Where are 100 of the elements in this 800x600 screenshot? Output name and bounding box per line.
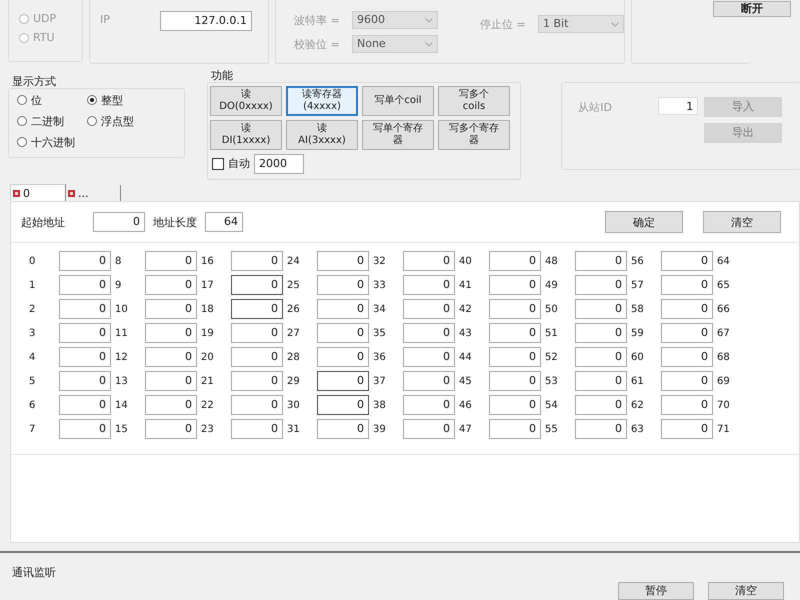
function-button[interactable]: 读 DO(0xxxx) <box>210 86 282 116</box>
register-field[interactable]: 0 <box>403 251 455 271</box>
radio-button[interactable] <box>19 14 29 24</box>
register-field[interactable]: 0 <box>575 371 627 391</box>
register-field[interactable]: 0 <box>145 323 197 343</box>
function-button[interactable]: 写多个 coils <box>438 86 510 116</box>
register-field[interactable]: 0 <box>145 347 197 367</box>
radio-button[interactable] <box>17 116 27 126</box>
register-field[interactable]: 0 <box>59 419 111 439</box>
address-label: 43 <box>458 328 473 338</box>
register-field[interactable]: 0 <box>317 419 369 439</box>
address-label: 65 <box>716 280 731 290</box>
monitor-button[interactable]: 清空 <box>708 582 784 600</box>
register-field[interactable]: 0 <box>661 275 713 295</box>
register-field[interactable]: 0 <box>403 419 455 439</box>
register-field[interactable]: 0 <box>145 371 197 391</box>
function-button[interactable]: 写单个coil <box>362 86 434 116</box>
register-field[interactable]: 0 <box>231 275 283 295</box>
register-field[interactable]: 0 <box>575 275 627 295</box>
register-field[interactable]: 0 <box>403 371 455 391</box>
register-field[interactable]: 0 <box>317 299 369 319</box>
register-field[interactable]: 0 <box>59 323 111 343</box>
register-field[interactable]: 0 <box>59 395 111 415</box>
clear-button[interactable]: 清空 <box>703 211 781 233</box>
monitor-button[interactable]: 暂停 <box>618 582 694 600</box>
register-field[interactable]: 0 <box>489 299 541 319</box>
register-field[interactable]: 0 <box>661 299 713 319</box>
register-field[interactable]: 0 <box>575 347 627 367</box>
register-field[interactable]: 0 <box>575 395 627 415</box>
function-button[interactable]: 写单个寄存 器 <box>362 120 434 150</box>
register-field[interactable]: 0 <box>59 299 111 319</box>
register-field[interactable]: 0 <box>59 371 111 391</box>
register-field[interactable]: 0 <box>317 275 369 295</box>
register-field[interactable]: 0 <box>575 299 627 319</box>
register-field[interactable]: 0 <box>575 251 627 271</box>
tab[interactable]: 0 <box>10 184 66 201</box>
register-field[interactable]: 0 <box>575 419 627 439</box>
radio-button[interactable] <box>19 32 29 42</box>
register-field[interactable]: 0 <box>145 275 197 295</box>
register-field[interactable]: 0 <box>661 347 713 367</box>
register-field[interactable]: 0 <box>661 419 713 439</box>
address-label: 11 <box>114 328 129 338</box>
radio-button[interactable] <box>17 137 27 148</box>
register-field[interactable]: 0 <box>489 395 541 415</box>
register-field[interactable]: 0 <box>403 275 455 295</box>
register-field[interactable]: 0 <box>403 299 455 319</box>
register-field[interactable]: 0 <box>145 299 197 319</box>
register-field[interactable]: 0 <box>59 275 111 295</box>
address-label: 18 <box>200 304 215 314</box>
register-field[interactable]: 0 <box>59 251 111 271</box>
register-field[interactable]: 0 <box>489 347 541 367</box>
start-address-field[interactable]: 0 <box>93 212 145 232</box>
function-button[interactable]: 读 DI(1xxxx) <box>210 120 282 150</box>
register-field[interactable]: 0 <box>231 347 283 367</box>
address-length-field[interactable]: 64 <box>205 212 243 232</box>
checkbox[interactable] <box>212 158 224 170</box>
radio-button[interactable] <box>17 95 27 106</box>
address-label: 7 <box>28 424 36 434</box>
register-field[interactable]: 0 <box>661 371 713 391</box>
register-field[interactable]: 0 <box>317 371 369 391</box>
register-field[interactable]: 0 <box>403 347 455 367</box>
register-field[interactable]: 0 <box>231 371 283 391</box>
register-field[interactable]: 0 <box>59 347 111 367</box>
register-field[interactable]: 0 <box>145 395 197 415</box>
register-field[interactable]: 0 <box>145 251 197 271</box>
ip-field[interactable]: 127.0.0.1 <box>160 11 252 31</box>
serial-dropdown[interactable]: 9600 <box>352 11 438 29</box>
register-field[interactable]: 0 <box>489 275 541 295</box>
register-field[interactable]: 0 <box>575 323 627 343</box>
function-button[interactable]: 读 AI(3xxxx) <box>286 120 358 150</box>
register-field[interactable]: 0 <box>661 395 713 415</box>
register-field[interactable]: 0 <box>489 251 541 271</box>
register-field[interactable]: 0 <box>317 395 369 415</box>
radio-button[interactable] <box>87 116 97 126</box>
register-field[interactable]: 0 <box>231 419 283 439</box>
slave-id-field[interactable]: 1 <box>658 96 698 115</box>
register-field[interactable]: 0 <box>661 251 713 271</box>
register-field[interactable]: 0 <box>403 323 455 343</box>
interval-field[interactable]: 2000 <box>254 154 304 174</box>
monitor-title: 通讯监听 <box>12 565 57 580</box>
register-field[interactable]: 0 <box>403 395 455 415</box>
register-field[interactable]: 0 <box>317 251 369 271</box>
register-field[interactable]: 0 <box>231 299 283 319</box>
confirm-button[interactable]: 确定 <box>605 211 683 233</box>
register-field[interactable]: 0 <box>145 419 197 439</box>
disconnect-button[interactable]: 断开 <box>713 1 791 17</box>
register-field[interactable]: 0 <box>489 419 541 439</box>
serial-dropdown[interactable]: 1 Bit <box>538 15 624 33</box>
register-field[interactable]: 0 <box>231 251 283 271</box>
register-field[interactable]: 0 <box>231 323 283 343</box>
register-field[interactable]: 0 <box>489 323 541 343</box>
register-field[interactable]: 0 <box>317 347 369 367</box>
register-field[interactable]: 0 <box>661 323 713 343</box>
register-field[interactable]: 0 <box>317 323 369 343</box>
register-field[interactable]: 0 <box>231 395 283 415</box>
register-field[interactable]: 0 <box>489 371 541 391</box>
function-button[interactable]: 写多个寄存 器 <box>438 120 510 150</box>
radio-button[interactable] <box>87 95 97 106</box>
serial-dropdown[interactable]: None <box>352 35 438 53</box>
function-button[interactable]: 读寄存器 (4xxxx) <box>286 86 358 116</box>
